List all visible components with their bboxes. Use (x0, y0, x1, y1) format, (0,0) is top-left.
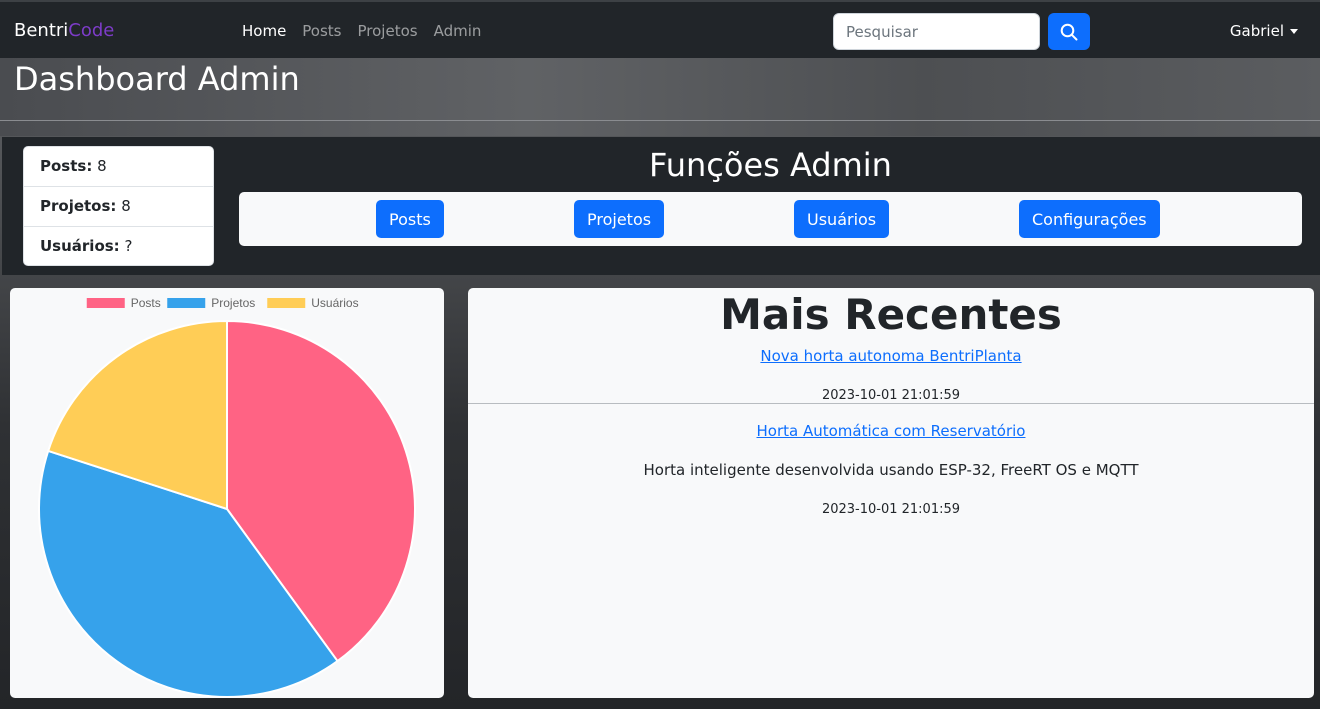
user-menu[interactable]: Gabriel (1230, 22, 1298, 40)
recent-post-link[interactable]: Horta Automática com Reservatório (757, 422, 1026, 440)
recent-card: Mais Recentes Nova horta autonoma Bentri… (468, 288, 1314, 698)
admin-configuracoes-button[interactable]: Configurações (1019, 200, 1160, 238)
nav-link-posts[interactable]: Posts (302, 22, 341, 40)
admin-projetos-button[interactable]: Projetos (574, 200, 665, 238)
search-button[interactable] (1048, 13, 1090, 50)
recent-post: Horta Automática com Reservatório (468, 421, 1314, 440)
user-name: Gabriel (1229, 22, 1284, 40)
chevron-down-icon (1290, 28, 1298, 34)
search-input[interactable] (833, 13, 1040, 50)
recent-post-description: Horta inteligente desenvolvida usando ES… (643, 461, 1139, 479)
stat-projects-label: Projetos: (40, 197, 117, 215)
navbar: BentriCode Home Posts Projetos Admin Gab… (0, 0, 1320, 58)
stat-users-label: Usuários: (40, 237, 120, 255)
legend-swatch[interactable] (267, 298, 306, 308)
admin-usuarios-button[interactable]: Usuários (794, 200, 890, 238)
stats-card: Posts: 8 Projetos: 8 Usuários: ? (23, 146, 214, 266)
nav-link-projetos[interactable]: Projetos (358, 22, 418, 40)
recent-post-date-row: 2023-10-01 21:01:59 (468, 498, 1314, 517)
admin-posts-button[interactable]: Posts (376, 200, 444, 238)
nav-link-admin[interactable]: Admin (434, 22, 482, 40)
stat-posts-label: Posts: (40, 157, 93, 175)
nav-links: Home Posts Projetos Admin (242, 22, 481, 40)
recent-post-description-row: Horta inteligente desenvolvida usando ES… (468, 460, 1314, 479)
search-icon (1060, 23, 1078, 40)
legend-label[interactable]: Usuários (311, 296, 358, 310)
brand-logo[interactable]: BentriCode (14, 20, 114, 41)
chart-card: Posts Projetos Usuários (10, 288, 444, 698)
recent-title: Mais Recentes (720, 290, 1062, 339)
legend-label[interactable]: Projetos (211, 296, 255, 310)
recent-post: Nova horta autonoma BentriPlanta (468, 346, 1314, 365)
functions-title: Funções Admin (649, 146, 892, 184)
header-divider (0, 120, 1320, 121)
legend-swatch[interactable] (167, 298, 206, 308)
stat-posts: Posts: 8 (24, 147, 213, 187)
recent-post-date: 2023-10-01 21:01:59 (821, 388, 961, 403)
recent-post-date-row: 2023-10-01 21:01:59 (468, 384, 1314, 403)
recent-post-date: 2023-10-01 21:01:59 (821, 502, 961, 517)
functions-bar: Posts Projetos Usuários Configurações (239, 192, 1302, 246)
nav-link-home[interactable]: Home (242, 22, 286, 40)
legend-swatch[interactable] (86, 298, 125, 308)
pie-chart: Posts Projetos Usuários (38, 296, 416, 698)
recent-post-link[interactable]: Nova horta autonoma BentriPlanta (760, 347, 1021, 365)
stat-users: Usuários: ? (24, 227, 213, 267)
post-divider (468, 403, 1314, 404)
page-title: Dashboard Admin (14, 60, 300, 98)
brand-part1: Bentri (14, 20, 69, 41)
stat-posts-value: 8 (92, 157, 107, 175)
brand-part2: Code (68, 20, 115, 41)
stat-projects: Projetos: 8 (24, 187, 213, 227)
legend-label[interactable]: Posts (131, 296, 161, 310)
stat-projects-value: 8 (116, 197, 131, 215)
stat-users-value: ? (119, 237, 133, 255)
